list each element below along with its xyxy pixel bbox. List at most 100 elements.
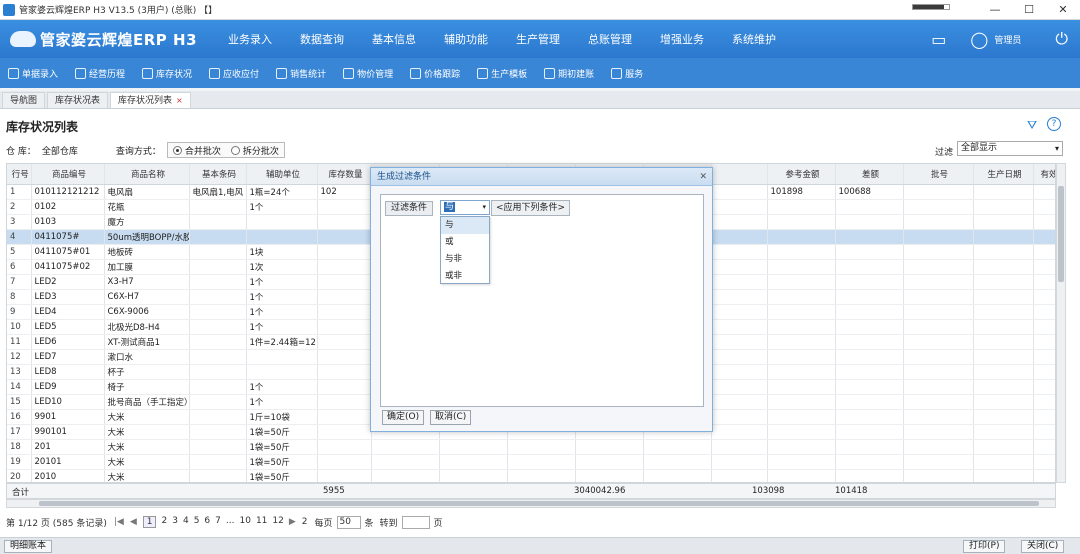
page-link[interactable]: 12 (272, 516, 283, 528)
power-icon[interactable]: ⏻ (1055, 29, 1068, 49)
scroll-thumb[interactable] (39, 501, 1039, 506)
maximize-button[interactable]: ☐ (1012, 0, 1046, 20)
dialog-close-icon[interactable]: ✕ (699, 168, 707, 186)
column-header[interactable]: 辅助单位 (246, 164, 318, 185)
menu-item[interactable]: 业务录入 (214, 31, 286, 47)
toolbar-button[interactable]: 生产模板 (477, 67, 527, 80)
table-cell (835, 229, 904, 245)
ledger-detail-button[interactable]: 明细账本 (4, 540, 53, 553)
first-page-icon[interactable]: |◀ (114, 517, 124, 527)
table-row[interactable]: 19 20101 大米 1袋=50斤 (7, 454, 1055, 470)
page-link[interactable]: 2 (161, 516, 167, 528)
page-link[interactable]: 3 (172, 516, 178, 528)
table-row[interactable]: 18 201 大米 1袋=50斤 (7, 439, 1055, 455)
app-logo: 管家婆云辉煌ERP H3 (10, 29, 200, 50)
page-link[interactable]: ... (226, 516, 235, 528)
cloud-logo-icon (10, 31, 36, 47)
page-link[interactable]: 6 (204, 516, 210, 528)
dropdown-option[interactable]: 与 (441, 217, 489, 234)
page-link[interactable]: 4 (183, 516, 189, 528)
column-header[interactable]: 参考金额 (767, 164, 836, 185)
logic-operator-select[interactable]: 与 ▾ (440, 200, 490, 215)
column-header[interactable]: 商品名称 (104, 164, 190, 185)
radio-merge-batch[interactable]: 合并批次 (168, 144, 226, 157)
vertical-scrollbar[interactable] (1056, 163, 1066, 483)
column-header[interactable]: 差额 (835, 164, 904, 185)
scroll-thumb[interactable] (1058, 186, 1064, 282)
toolbar-label: 价格跟踪 (424, 69, 461, 80)
dropdown-option[interactable]: 或 (441, 234, 489, 251)
table-cell (317, 439, 372, 455)
goto-page[interactable]: 2 (302, 517, 308, 527)
toolbar-button[interactable]: 物价管理 (343, 67, 393, 80)
column-header[interactable]: 库存数量 (317, 164, 372, 185)
page-link[interactable]: 10 (239, 516, 250, 528)
filter-condition-button[interactable]: 过滤条件 (385, 201, 434, 216)
table-cell: 13 (7, 364, 32, 380)
toolbar-button[interactable]: 应收应付 (209, 67, 259, 80)
per-page-input[interactable]: 50 (336, 515, 361, 529)
condition-editor[interactable] (380, 194, 704, 407)
tab-inventory-list[interactable]: 库存状况列表 × (110, 92, 191, 108)
toolbar-button[interactable]: 服务 (611, 67, 643, 80)
column-header[interactable]: 有效 (1033, 164, 1055, 185)
toolbar-button[interactable]: 价格跟踪 (410, 67, 460, 80)
table-cell (439, 454, 508, 470)
menu-item[interactable]: 数据查询 (286, 31, 358, 47)
dropdown-option[interactable]: 与非 (441, 251, 489, 268)
filter-icon[interactable]: ⛛ (1027, 118, 1037, 133)
menu-item[interactable]: 总账管理 (574, 31, 646, 47)
tab-inventory-report[interactable]: 库存状况表 (47, 92, 109, 108)
column-header[interactable]: 商品编号 (31, 164, 105, 185)
toolbar-button[interactable]: 库存状况 (142, 67, 192, 80)
table-cell (835, 289, 904, 305)
column-header[interactable]: 批号 (903, 164, 974, 185)
next-page-icon[interactable]: ▶ (289, 517, 296, 527)
radio-split-batch[interactable]: 拆分批次 (226, 144, 284, 157)
cancel-button[interactable]: 取消(C) (430, 410, 472, 425)
jump-page-input[interactable] (401, 515, 430, 529)
table-cell (973, 364, 1034, 380)
help-icon[interactable]: ? (1047, 117, 1061, 131)
user-icon[interactable]: ◯ (970, 30, 988, 49)
column-header[interactable]: 生产日期 (973, 164, 1034, 185)
column-header[interactable]: 行号 (7, 164, 32, 185)
tab-close-icon[interactable]: × (176, 96, 183, 105)
table-cell (835, 439, 904, 455)
tab-nav-map[interactable]: 导航图 (2, 92, 46, 108)
horizontal-scrollbar[interactable] (6, 499, 1056, 508)
page-link[interactable]: 1 (142, 516, 157, 528)
print-button[interactable]: 打印(P) (963, 540, 1006, 553)
column-header[interactable]: 基本条码 (189, 164, 247, 185)
apply-conditions-tag[interactable]: <应用下列条件> (491, 200, 571, 216)
menu-item[interactable]: 基本信息 (358, 31, 430, 47)
page-link[interactable]: 7 (215, 516, 221, 528)
table-cell (189, 379, 247, 395)
menu-item[interactable]: 生产管理 (502, 31, 574, 47)
menu-item[interactable]: 辅助功能 (430, 31, 502, 47)
menu-item[interactable]: 增强业务 (646, 31, 718, 47)
message-icon[interactable]: ▭ (931, 30, 946, 49)
column-header[interactable] (711, 164, 768, 185)
menu-item[interactable]: 系统维护 (718, 31, 790, 47)
close-window-button[interactable]: ✕ (1046, 0, 1080, 20)
toolbar-button[interactable]: 单据录入 (8, 67, 58, 80)
warehouse-value[interactable]: 全部仓库 (42, 144, 78, 157)
minimize-button[interactable]: — (978, 0, 1012, 20)
table-cell (973, 259, 1034, 275)
filter-select[interactable]: 全部显示 ▾ (957, 141, 1063, 156)
close-button[interactable]: 关闭(C) (1021, 540, 1065, 553)
table-cell (767, 244, 836, 260)
toolbar-button[interactable]: 经营历程 (75, 67, 125, 80)
table-cell (973, 334, 1034, 350)
ok-button[interactable]: 确定(O) (382, 410, 425, 425)
page-link[interactable]: 5 (194, 516, 200, 528)
user-name[interactable]: 管理员 (994, 33, 1021, 46)
toolbar-button[interactable]: 期初建账 (544, 67, 594, 80)
prev-page-icon[interactable]: ◀ (130, 517, 137, 527)
table-row[interactable]: 20 2010 大米 1袋=50斤 (7, 469, 1055, 482)
dropdown-option[interactable]: 或非 (441, 268, 489, 285)
table-cell (835, 454, 904, 470)
page-link[interactable]: 11 (256, 516, 267, 528)
toolbar-button[interactable]: 销售统计 (276, 67, 326, 80)
